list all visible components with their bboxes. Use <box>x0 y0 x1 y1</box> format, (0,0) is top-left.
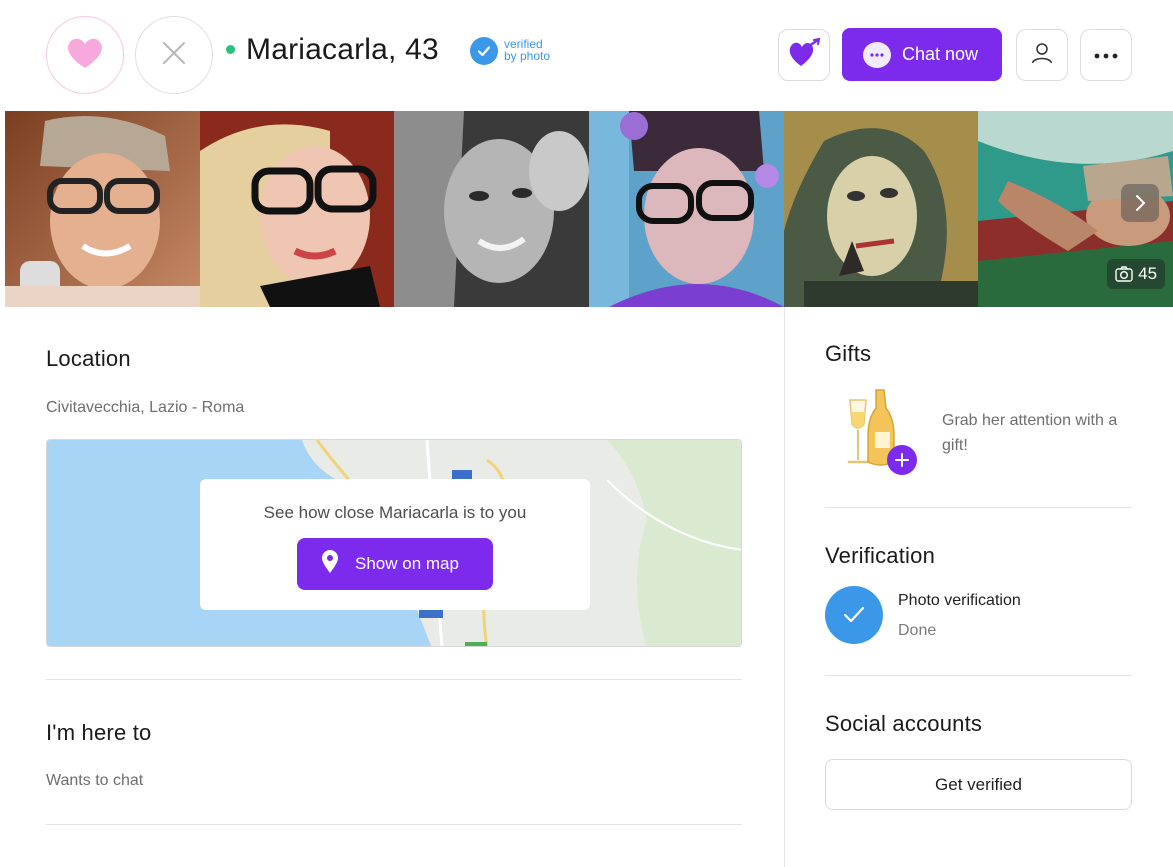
chat-now-label: Chat now <box>902 44 979 64</box>
photo-count-label: 45 <box>1138 264 1158 283</box>
chat-bubble-icon <box>863 41 891 68</box>
show-on-map-label: Show on map <box>355 554 459 573</box>
more-dots-icon <box>1094 46 1118 64</box>
map-overlay-card: See how close Mariacarla is to you Show … <box>200 479 590 610</box>
photo-6[interactable]: 45 <box>978 111 1173 307</box>
chevron-right-icon <box>1134 194 1146 212</box>
show-on-map-button[interactable]: Show on map <box>297 538 493 590</box>
heart-icon <box>66 36 104 75</box>
verification-title: Verification <box>825 543 936 568</box>
location-text: Civitavecchia, Lazio - Roma <box>46 399 245 416</box>
close-icon <box>161 40 187 71</box>
gift-champagne-icon[interactable] <box>832 388 922 478</box>
map-pin-icon <box>321 549 339 579</box>
intent-title: I'm here to <box>46 720 152 745</box>
intent-value: Wants to chat <box>46 772 144 789</box>
profile-header: Mariacarla, 43 verified by photo Chat no… <box>0 0 1173 110</box>
chat-now-button[interactable]: Chat now <box>842 28 1002 81</box>
send-heart-gift-button[interactable] <box>778 29 830 81</box>
location-title: Location <box>46 346 131 371</box>
verified-check-icon <box>470 37 498 65</box>
gifts-title: Gifts <box>825 341 872 366</box>
photo-verification-status: Done <box>898 622 937 639</box>
heart-gift-icon <box>787 37 821 73</box>
get-verified-button[interactable]: Get verified <box>825 759 1132 810</box>
photo-2[interactable] <box>199 111 395 307</box>
next-photo-button[interactable] <box>1121 184 1160 222</box>
social-accounts-title: Social accounts <box>825 711 983 736</box>
photo-3[interactable] <box>394 111 590 307</box>
section-divider <box>46 824 742 825</box>
profile-menu-button[interactable] <box>1016 29 1068 81</box>
photo-verification-label: Photo verification <box>898 592 1021 609</box>
camera-icon <box>1115 266 1133 282</box>
photo-1[interactable] <box>5 111 200 307</box>
photo-count-badge[interactable]: 45 <box>1107 259 1166 289</box>
more-options-button[interactable] <box>1080 29 1132 81</box>
photo-4[interactable] <box>589 111 784 307</box>
section-divider <box>825 675 1132 676</box>
section-divider <box>46 679 742 680</box>
map-preview[interactable]: See how close Mariacarla is to you Show … <box>46 439 742 647</box>
user-icon <box>1030 41 1054 70</box>
section-divider <box>825 507 1132 508</box>
photo-gallery: 45 <box>5 111 1173 307</box>
column-divider <box>784 307 785 867</box>
verification-check-icon <box>825 586 883 644</box>
gifts-text: Grab her attention with a gift! <box>942 412 1118 454</box>
photo-5[interactable] <box>783 111 979 307</box>
dislike-button[interactable] <box>135 16 213 94</box>
like-button[interactable] <box>46 16 124 94</box>
online-status-dot <box>226 45 235 54</box>
verified-label: verified by photo <box>504 38 550 62</box>
verified-label-line2: by photo <box>504 49 551 63</box>
profile-name-age: Mariacarla, 43 <box>246 33 439 66</box>
map-prompt: See how close Mariacarla is to you <box>263 503 527 522</box>
